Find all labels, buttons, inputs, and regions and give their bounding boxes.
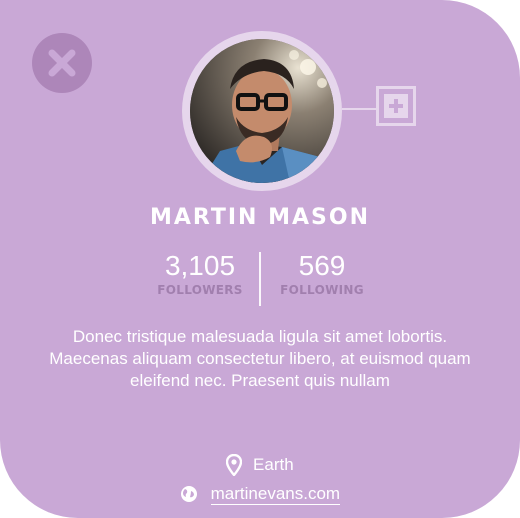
- website-link[interactable]: martinevans.com: [210, 483, 341, 505]
- avatar-photo: [190, 39, 334, 183]
- map-pin-icon: [226, 454, 243, 476]
- followers-label: FOLLOWERS: [157, 283, 243, 297]
- close-icon: [48, 49, 76, 77]
- avatar-ring: [182, 31, 342, 191]
- profile-card: MARTIN MASON 3,105 FOLLOWERS 569 FOLLOWI…: [0, 0, 520, 518]
- add-button[interactable]: [376, 86, 416, 126]
- following-label: FOLLOWING: [280, 283, 364, 297]
- following-stat[interactable]: 569 FOLLOWING: [262, 250, 382, 298]
- close-button[interactable]: [32, 33, 92, 93]
- followers-stat[interactable]: 3,105 FOLLOWERS: [140, 250, 260, 298]
- profile-name: MARTIN MASON: [149, 205, 370, 230]
- connector-line: [342, 108, 378, 110]
- profile-website: martinevans.com: [0, 483, 520, 509]
- avatar: [190, 39, 334, 183]
- followers-count: 3,105: [164, 250, 236, 281]
- profile-bio: Donec tristique malesuada ligula sit ame…: [49, 327, 471, 390]
- globe-icon: [180, 485, 197, 502]
- following-count: 569: [298, 250, 346, 281]
- profile-location: Earth: [0, 454, 520, 480]
- location-text: Earth: [253, 455, 294, 474]
- profile-stats: 3,105 FOLLOWERS 569 FOLLOWING: [0, 250, 520, 310]
- plus-icon: [389, 99, 403, 113]
- stats-divider: [259, 252, 261, 306]
- add-button-fill: [384, 94, 408, 118]
